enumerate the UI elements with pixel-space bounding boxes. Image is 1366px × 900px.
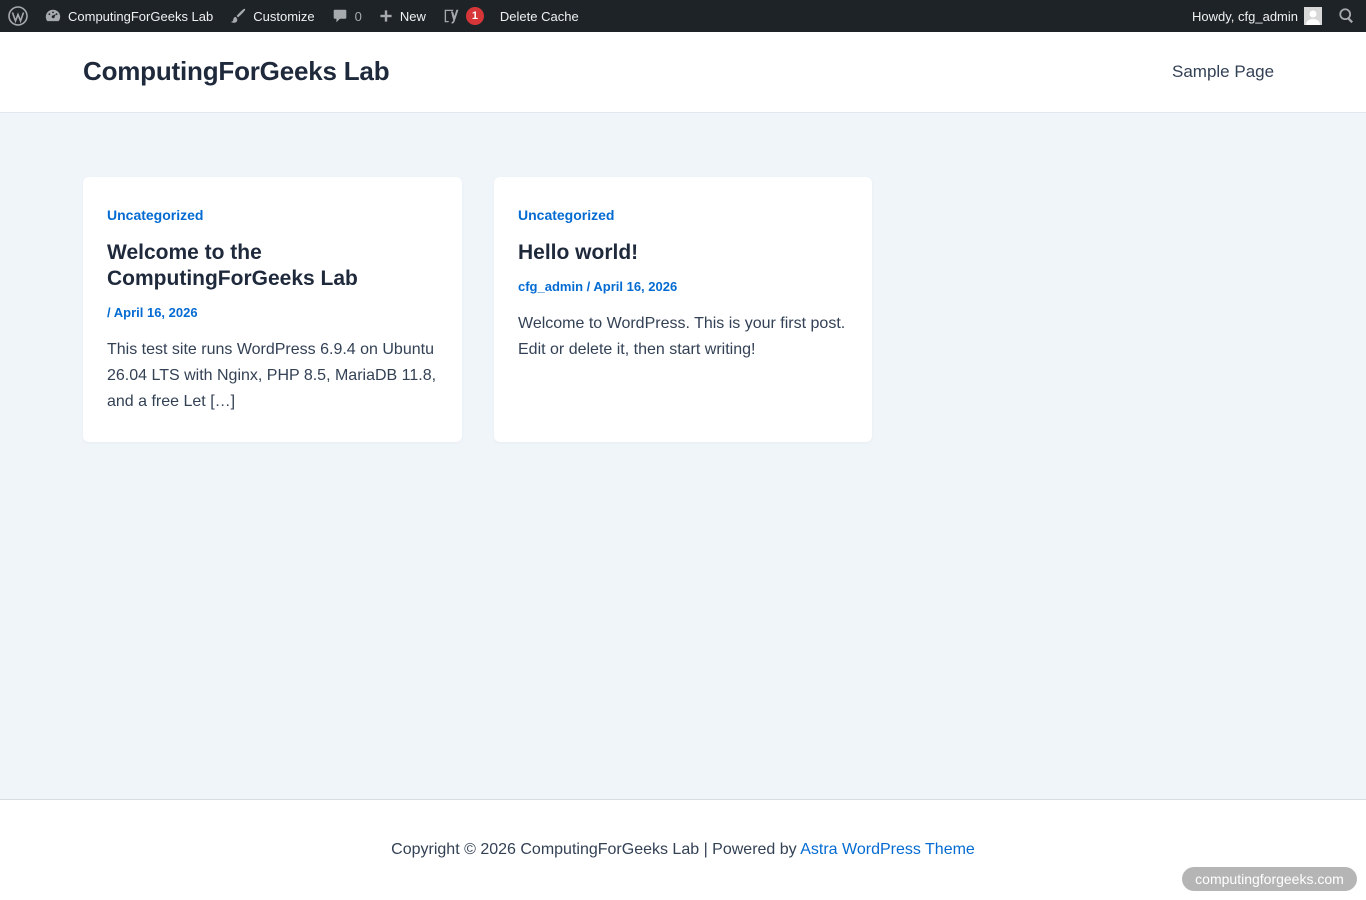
post-title-link[interactable]: Welcome to the ComputingForGeeks Lab [107,240,438,292]
delete-cache-button[interactable]: Delete Cache [492,0,587,32]
seo-notification-badge: 1 [465,7,484,25]
footer-copyright: Copyright © 2026 ComputingForGeeks Lab |… [0,841,1366,859]
avatar [1304,7,1322,25]
user-icon [1306,10,1320,25]
admin-bar: ComputingForGeeks Lab Customize 0 New 1 … [0,0,1366,32]
my-account-menu[interactable]: Howdy, cfg_admin [1184,0,1330,32]
watermark: computingforgeeks.com [1182,867,1357,891]
site-title-link[interactable]: ComputingForGeeks Lab [83,56,390,87]
site-name-label: ComputingForGeeks Lab [68,8,214,24]
new-label: New [399,8,426,24]
new-content-menu[interactable]: New [370,0,434,32]
post-title-link[interactable]: Hello world! [518,240,848,266]
post-card: Uncategorized Welcome to the ComputingFo… [83,177,462,442]
plus-icon [380,10,392,22]
seo-menu[interactable]: 1 [434,0,492,32]
comments-menu[interactable]: 0 [323,0,370,32]
customize-menu[interactable]: Customize [221,0,322,32]
post-category-link[interactable]: Uncategorized [107,207,438,223]
post-category-link[interactable]: Uncategorized [518,207,848,223]
comment-icon [333,9,346,23]
meta-separator: / [583,279,594,294]
howdy-label: Howdy, cfg_admin [1192,8,1298,24]
wordpress-icon [8,6,28,26]
post-date-link[interactable]: April 16, 2026 [593,279,677,294]
search-icon [1339,8,1354,24]
nav-item-sample-page[interactable]: Sample Page [1172,62,1274,82]
paintbrush-icon [231,8,246,23]
site-name-menu[interactable]: ComputingForGeeks Lab [36,0,221,32]
site-header: ComputingForGeeks Lab Sample Page [0,32,1366,113]
yoast-icon [444,9,459,24]
admin-bar-right: Howdy, cfg_admin [1184,0,1366,32]
post-excerpt: Welcome to WordPress. This is your first… [518,315,846,358]
delete-cache-label: Delete Cache [499,8,579,24]
comments-count: 0 [354,8,362,24]
post-date-link[interactable]: April 16, 2026 [114,305,198,320]
wordpress-logo-menu[interactable] [0,0,36,32]
meta-separator: / [107,305,114,320]
copyright-text: Copyright © 2026 ComputingForGeeks Lab |… [391,841,801,858]
admin-search-button[interactable] [1330,0,1366,32]
post-author-link[interactable]: cfg_admin [518,279,583,294]
theme-link[interactable]: Astra WordPress Theme [800,841,975,858]
post-meta: / April 16, 2026 [107,305,438,320]
customize-label: Customize [253,8,315,24]
post-excerpt: This test site runs WordPress 6.9.4 on U… [107,341,437,410]
site-footer: Copyright © 2026 ComputingForGeeks Lab |… [0,799,1366,900]
post-meta: cfg_admin / April 16, 2026 [518,279,848,294]
post-card: Uncategorized Hello world! cfg_admin / A… [494,177,872,442]
dashboard-icon [45,9,61,22]
admin-bar-left: ComputingForGeeks Lab Customize 0 New 1 … [0,0,587,32]
